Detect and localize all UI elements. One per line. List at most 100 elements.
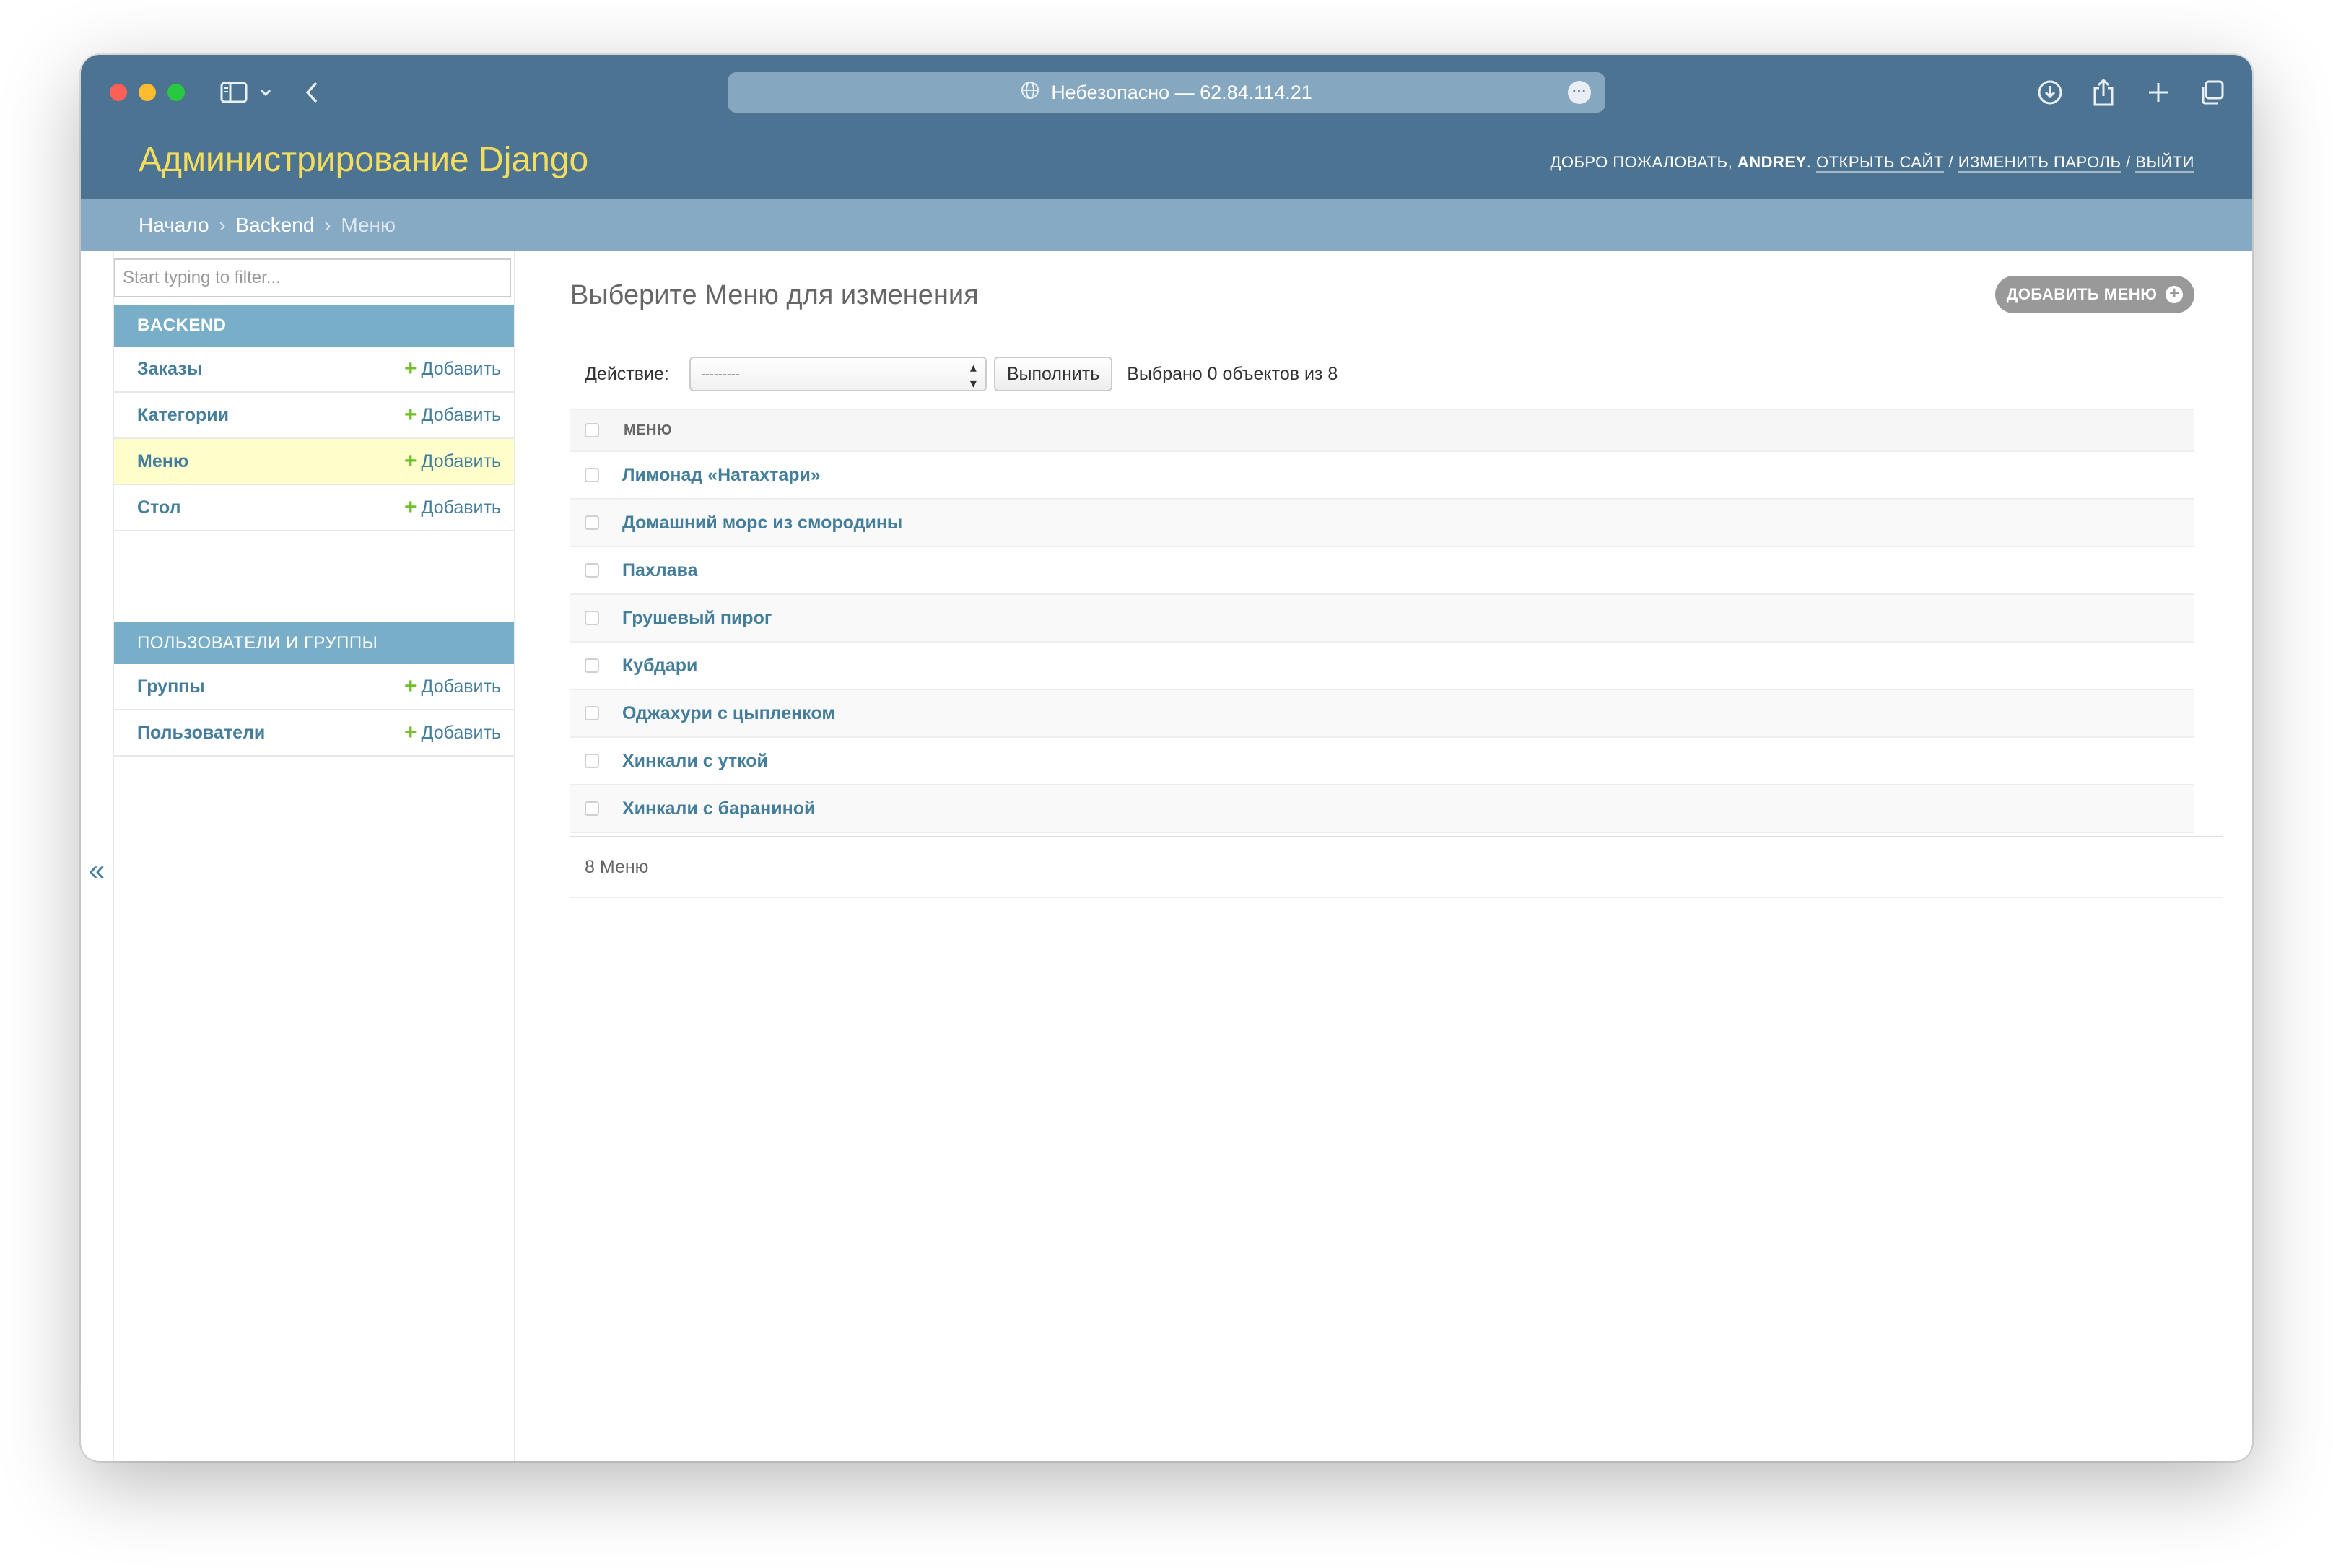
- selection-counter: Выбрано 0 объектов из 8: [1127, 363, 1338, 384]
- add-menu-button-label: ДОБАВИТЬ МЕНЮ: [2006, 285, 2158, 303]
- add-link[interactable]: + Добавить: [404, 403, 501, 427]
- sidebar-item-menu[interactable]: Меню + Добавить: [114, 439, 514, 485]
- row-link[interactable]: Оджахури с цыпленком: [622, 703, 835, 724]
- chevron-down-icon[interactable]: [257, 75, 274, 110]
- row-link[interactable]: Пахлава: [622, 560, 698, 581]
- add-link[interactable]: + Добавить: [404, 720, 501, 745]
- row-checkbox[interactable]: [585, 801, 599, 816]
- row-checkbox[interactable]: [585, 611, 599, 625]
- share-icon[interactable]: [2088, 75, 2119, 110]
- row-checkbox[interactable]: [585, 563, 599, 578]
- row-checkbox[interactable]: [585, 658, 599, 673]
- select-all-checkbox[interactable]: [585, 423, 599, 437]
- sidebar-toggle-icon[interactable]: [218, 75, 250, 110]
- add-link[interactable]: + Добавить: [404, 495, 501, 520]
- sidebar-collapse-toggle[interactable]: «: [81, 849, 113, 892]
- logout-link[interactable]: ВЫЙТИ: [2135, 153, 2194, 173]
- welcome-text: ДОБРО ПОЖАЛОВАТЬ,: [1550, 153, 1733, 171]
- separator: /: [1948, 153, 1954, 171]
- nav-filter-input[interactable]: Start typing to filter...: [114, 258, 511, 297]
- column-header-menu[interactable]: МЕНЮ: [624, 422, 672, 439]
- row-link[interactable]: Хинкали с бараниной: [622, 798, 815, 819]
- row-link[interactable]: Лимонад «Натахтари»: [622, 465, 821, 486]
- sidebar-item-label[interactable]: Заказы: [137, 359, 202, 380]
- sidebar-item-categories[interactable]: Категории + Добавить: [114, 393, 514, 439]
- sidebar-item-label[interactable]: Меню: [137, 451, 188, 472]
- add-link-label: Добавить: [421, 497, 502, 518]
- action-select-value: ---------: [700, 367, 740, 381]
- add-link-label: Добавить: [421, 450, 502, 471]
- breadcrumb-separator: ›: [219, 214, 226, 236]
- module-caption-auth[interactable]: ПОЛЬЗОВАТЕЛИ И ГРУППЫ: [114, 622, 514, 664]
- row-link[interactable]: Грушевый пирог: [622, 608, 772, 629]
- row-checkbox[interactable]: [585, 706, 599, 720]
- username: ANDREY: [1737, 153, 1807, 171]
- table-row: Хинкали с бараниной: [570, 785, 2194, 833]
- paginator: 8 Меню: [570, 836, 2223, 898]
- downloads-icon[interactable]: [2034, 75, 2066, 110]
- sidebar-item-users[interactable]: Пользователи + Добавить: [114, 710, 514, 757]
- row-checkbox[interactable]: [585, 468, 599, 482]
- back-arrow-icon[interactable]: [297, 75, 326, 110]
- breadcrumb-current: Меню: [341, 214, 396, 236]
- add-link[interactable]: + Добавить: [404, 449, 501, 474]
- view-site-link[interactable]: ОТКРЫТЬ САЙТ: [1815, 153, 1944, 173]
- plus-icon: +: [404, 674, 417, 698]
- add-link-label: Добавить: [421, 722, 502, 743]
- plus-icon: +: [404, 357, 417, 380]
- add-menu-button[interactable]: ДОБАВИТЬ МЕНЮ +: [1995, 276, 2194, 313]
- breadcrumb-app[interactable]: Backend: [235, 214, 314, 236]
- nav-sidebar: Start typing to filter... BACKEND Заказы…: [113, 251, 515, 1461]
- plus-circle-icon: +: [2166, 285, 2184, 303]
- sidebar-item-orders[interactable]: Заказы + Добавить: [114, 347, 514, 393]
- select-arrows-icon: ▴ ▾: [969, 360, 977, 391]
- sidebar-item-label[interactable]: Категории: [137, 405, 229, 426]
- row-link[interactable]: Хинкали с уткой: [622, 751, 768, 772]
- result-list: МЕНЮ Лимонад «Натахтари» Домашний морс и…: [570, 409, 2194, 833]
- site-brand[interactable]: Администрирование Django: [139, 140, 588, 180]
- more-options-icon[interactable]: ···: [1568, 81, 1591, 104]
- add-link-label: Добавить: [421, 676, 502, 697]
- sidebar-item-label[interactable]: Пользователи: [137, 723, 265, 744]
- page-title: Выберите Меню для изменения: [570, 280, 979, 310]
- table-row: Оджахури с цыпленком: [570, 690, 2194, 738]
- sidebar-item-table[interactable]: Стол + Добавить: [114, 485, 514, 531]
- table-row: Грушевый пирог: [570, 595, 2194, 643]
- separator: /: [2126, 153, 2131, 171]
- breadcrumb-home[interactable]: Начало: [139, 214, 209, 236]
- row-checkbox[interactable]: [585, 515, 599, 530]
- table-row: Лимонад «Натахтари»: [570, 452, 2194, 500]
- zoom-window-button[interactable]: [167, 84, 185, 101]
- address-text: Небезопасно — 62.84.114.21: [1051, 81, 1312, 103]
- plus-icon: +: [404, 403, 417, 427]
- new-tab-icon[interactable]: [2142, 75, 2174, 110]
- sidebar-item-groups[interactable]: Группы + Добавить: [114, 664, 514, 710]
- table-header: МЕНЮ: [570, 409, 2194, 452]
- breadcrumb-separator: ›: [324, 214, 331, 236]
- sidebar-item-label[interactable]: Группы: [137, 676, 205, 697]
- actions-bar: Действие: --------- ▴ ▾ Выполнить Выбрано…: [570, 352, 1338, 396]
- table-row: Хинкали с уткой: [570, 738, 2194, 785]
- breadcrumb: Начало › Backend › Меню: [81, 199, 2252, 251]
- table-row: Кубдари: [570, 643, 2194, 690]
- plus-icon: +: [404, 495, 417, 519]
- browser-toolbar: Небезопасно — 62.84.114.21 ···: [81, 55, 2252, 127]
- row-link[interactable]: Домашний морс из смородины: [622, 513, 902, 533]
- minimize-window-button[interactable]: [139, 84, 156, 101]
- add-link[interactable]: + Добавить: [404, 357, 501, 381]
- go-button[interactable]: Выполнить: [993, 357, 1113, 391]
- action-select[interactable]: --------- ▴ ▾: [689, 357, 987, 391]
- action-label: Действие:: [585, 363, 669, 384]
- tab-overview-icon[interactable]: [2194, 75, 2229, 110]
- change-password-link[interactable]: ИЗМЕНИТЬ ПАРОЛЬ: [1958, 153, 2121, 173]
- site-header: Администрирование Django ДОБРО ПОЖАЛОВАТ…: [81, 127, 2252, 199]
- browser-window: Небезопасно — 62.84.114.21 ··· Администр…: [81, 55, 2252, 1461]
- add-link[interactable]: + Добавить: [404, 674, 501, 699]
- close-window-button[interactable]: [110, 84, 127, 101]
- add-link-label: Добавить: [421, 404, 502, 425]
- row-checkbox[interactable]: [585, 754, 599, 768]
- module-caption-backend[interactable]: BACKEND: [114, 305, 514, 347]
- address-bar[interactable]: Небезопасно — 62.84.114.21 ···: [728, 72, 1605, 113]
- row-link[interactable]: Кубдари: [622, 655, 697, 676]
- sidebar-item-label[interactable]: Стол: [137, 497, 181, 518]
